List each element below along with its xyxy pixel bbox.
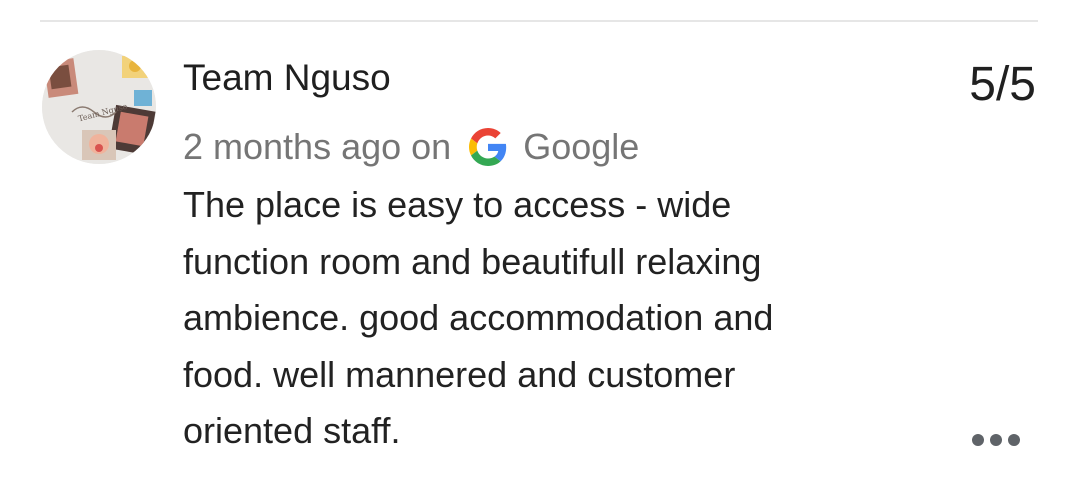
review-card: Team Nguso Team Nguso 5/5 2 months ago o… [0, 0, 1080, 504]
dot [1008, 434, 1020, 446]
dot [972, 434, 984, 446]
google-g-icon [469, 128, 507, 166]
dot [990, 434, 1002, 446]
review-text-line: The place is easy to access - wide [183, 184, 732, 225]
review-text-line: food. well mannered and customer [183, 353, 736, 395]
author-name[interactable]: Team Nguso [183, 56, 391, 100]
review-meta: 2 months ago on Google [183, 125, 639, 169]
avatar[interactable]: Team Nguso [42, 50, 156, 164]
review-text-line: oriented staff. [183, 410, 401, 451]
review-source: Google [523, 126, 640, 167]
avatar-image: Team Nguso [42, 50, 156, 164]
review-time: 2 months ago on [183, 126, 452, 167]
review-text-line: function room and beautifull relaxing [183, 240, 762, 282]
review-text-line: ambience. good accommodation and [183, 297, 774, 338]
more-options-icon[interactable] [968, 428, 1024, 452]
review-text: The place is easy to access - wide funct… [183, 177, 883, 460]
rating-score: 5/5 [969, 58, 1036, 111]
divider [40, 20, 1038, 22]
